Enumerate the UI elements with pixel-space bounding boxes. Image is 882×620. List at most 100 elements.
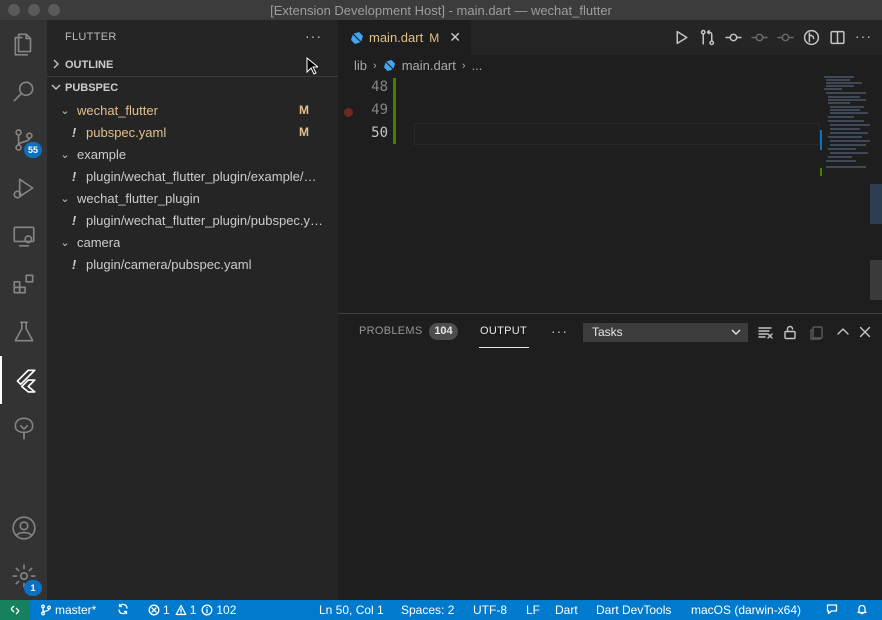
yaml-file-icon: ! [71,256,77,272]
chevron-down-icon: ⌄ [60,148,70,161]
chevron-down-icon [731,329,741,335]
source-control-icon[interactable]: 55 [0,116,47,164]
tree-item-plugin-pubspec[interactable]: ! plugin/wechat_flutter_plugin/pubspec.y… [47,209,338,231]
window-title: [Extension Development Host] - main.dart… [270,3,612,18]
branch-status[interactable]: master* [40,603,96,617]
tree-item-example-pubspec[interactable]: ! plugin/wechat_flutter_plugin/example/p… [47,165,338,187]
chevron-down-icon: ⌄ [60,192,70,205]
status-bar: master* 1 1 102 Ln 50, Col 1 Spaces: 2 U… [0,600,882,620]
accounts-icon[interactable] [0,504,47,552]
yaml-file-icon: ! [71,212,77,228]
dart-file-icon [351,31,363,44]
sync-icon [118,603,128,615]
eol-status[interactable]: LF [526,603,540,617]
open-output-editor-icon[interactable] [809,324,825,340]
previous-change-icon[interactable] [751,29,768,46]
chevron-right-icon: › [461,59,466,72]
problems-status[interactable]: 1 1 102 [148,603,236,617]
minimap[interactable] [820,76,870,178]
breadcrumb-symbol[interactable]: ... [472,58,483,73]
extensions-icon[interactable] [0,260,47,308]
breadcrumb-file[interactable]: main.dart [402,58,456,73]
sidebar-more-button[interactable]: ··· [305,28,322,44]
output-channel-select[interactable]: Tasks [583,323,748,342]
modified-badge: M [299,125,309,139]
flutter-icon[interactable] [0,356,47,404]
dart-file-icon [383,59,395,72]
lock-scroll-icon[interactable] [782,324,798,340]
editor-scrollbar-marker [870,260,882,300]
branch-name: master* [55,603,97,617]
info-icon [201,604,213,616]
next-change-icon[interactable] [777,29,794,46]
tree-item-label: camera [77,234,121,250]
settings-badge: 1 [24,580,42,596]
tree-item-label: plugin/camera/pubspec.yaml [86,256,252,272]
outline-section-label: OUTLINE [65,59,114,71]
activity-bar: 55 1 [0,20,47,600]
git-compare-icon[interactable] [699,29,716,46]
indentation-status[interactable]: Spaces: 2 [401,603,454,617]
tree-item-wechat-flutter[interactable]: ⌄ wechat_flutter M [47,99,338,121]
chevron-down-icon: ⌄ [60,236,70,249]
pubspec-section-header[interactable]: PUBSPEC [47,77,338,99]
tree-item-pubspec-yaml[interactable]: ! pubspec.yaml M [47,121,338,143]
feedback-button[interactable] [826,603,838,615]
editor-more-button[interactable]: ··· [855,29,872,46]
device-selector[interactable]: macOS (darwin-x64) [691,603,801,617]
tree-item-label: wechat_flutter_plugin [77,190,200,206]
remote-indicator[interactable] [0,600,30,620]
dart-devtools-button[interactable]: Dart DevTools [596,603,671,617]
remote-icon [10,605,20,615]
encoding-status[interactable]: UTF-8 [473,603,507,617]
language-mode[interactable]: Dart [555,603,578,617]
tab-label: main.dart [369,30,424,45]
testing-icon[interactable] [0,308,47,356]
split-editor-icon[interactable] [829,29,846,46]
tab-problems[interactable]: PROBLEMS [359,325,423,337]
git-branch-icon [41,604,51,616]
gear-icon[interactable]: 1 [0,552,47,600]
outline-section-header[interactable]: OUTLINE [47,54,338,76]
git-commit-icon[interactable] [725,29,742,46]
bottom-panel: PROBLEMS 104 OUTPUT ··· Tasks [338,313,882,600]
error-count: 1 [163,603,170,617]
chevron-right-icon [47,59,65,72]
editor-tab-bar: main.dart M ✕ ··· [338,20,882,55]
tree-item-camera-pubspec[interactable]: ! plugin/camera/pubspec.yaml [47,253,338,275]
breadcrumb-folder[interactable]: lib [354,58,367,73]
cursor-position[interactable]: Ln 50, Col 1 [319,603,384,617]
output-channel-value: Tasks [592,325,623,339]
panel-more-button[interactable]: ··· [551,323,568,339]
tree-view-icon[interactable] [0,404,47,452]
warning-count: 1 [189,603,197,617]
remote-explorer-icon[interactable] [0,212,47,260]
sync-status[interactable] [117,603,129,615]
breadcrumb: lib › main.dart › ... [354,58,482,73]
yaml-file-icon: ! [71,124,77,140]
tree-item-wechat-flutter-plugin[interactable]: ⌄ wechat_flutter_plugin [47,187,338,209]
tab-output[interactable]: OUTPUT [480,325,527,337]
close-panel-icon[interactable] [857,324,873,340]
bell-icon [857,604,867,615]
clear-output-icon[interactable] [757,324,773,340]
tree-item-example[interactable]: ⌄ example [47,143,338,165]
tree-item-label: wechat_flutter [77,102,158,118]
breakpoint-hint-icon[interactable] [344,108,353,117]
editor-scrollbar-thumb[interactable] [870,184,882,224]
notifications-button[interactable] [856,603,868,615]
tree-item-label: plugin/wechat_flutter_plugin/pubspec.yam… [86,212,324,228]
run-icon[interactable] [673,29,690,46]
line-number: 50 [371,125,388,141]
search-icon[interactable] [0,68,47,116]
maximize-panel-icon[interactable] [835,324,851,340]
tree-item-label: pubspec.yaml [86,124,167,140]
chevron-down-icon [47,83,65,94]
explorer-icon[interactable] [0,20,47,68]
open-changes-icon[interactable] [803,29,820,46]
run-debug-icon[interactable] [0,164,47,212]
sidebar-title: FLUTTER [65,31,117,43]
editor-tab-main-dart[interactable]: main.dart M ✕ [338,20,471,55]
close-icon[interactable]: ✕ [449,29,461,46]
tree-item-camera[interactable]: ⌄ camera [47,231,338,253]
